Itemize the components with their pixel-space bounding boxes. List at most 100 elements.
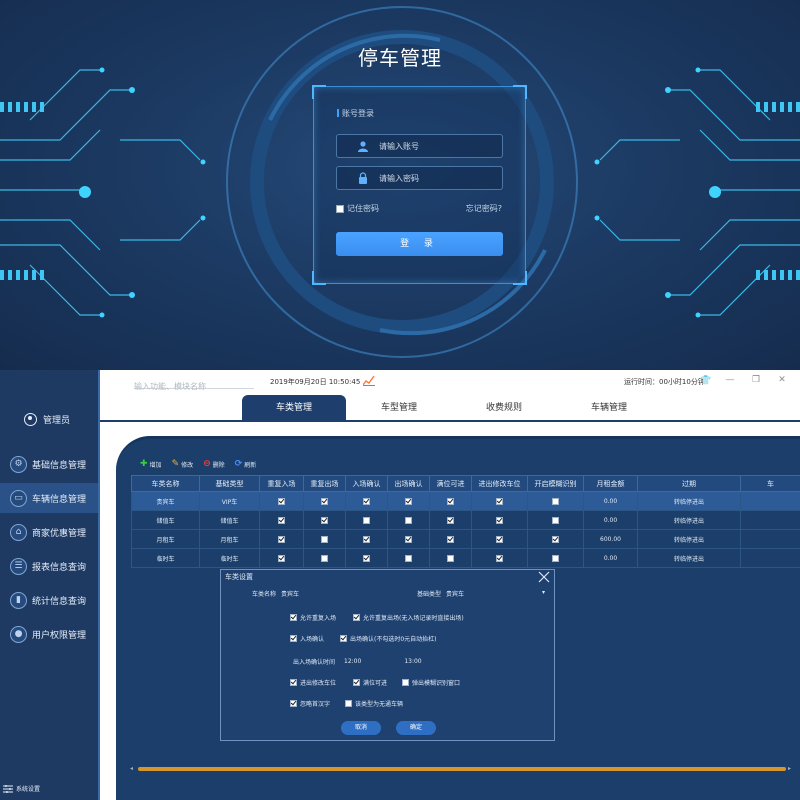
column-header[interactable]: 入场确认 [345, 475, 388, 492]
remember-checkbox[interactable] [336, 204, 344, 213]
column-header[interactable]: 开启模糊识别 [527, 475, 584, 492]
delete-button[interactable]: ⊖ 删除 [203, 459, 225, 469]
opt-out-confirm[interactable]: 出场确认(不勾选时0元自动抬杠) [340, 634, 437, 643]
close-button[interactable]: ✕ [776, 374, 788, 386]
checkbox[interactable] [345, 700, 352, 707]
column-header[interactable]: 出场确认 [387, 475, 430, 492]
username-field[interactable] [336, 134, 503, 158]
checkbox[interactable] [363, 554, 370, 562]
checkbox[interactable] [278, 497, 285, 505]
checkbox[interactable] [290, 679, 297, 686]
column-header[interactable]: 重复出场 [303, 475, 346, 492]
password-field[interactable] [336, 166, 503, 190]
tab-vehicle-class[interactable]: 车类管理 [242, 395, 346, 422]
checkbox[interactable] [290, 614, 297, 621]
checkbox[interactable] [290, 700, 297, 707]
time-start-input[interactable]: 12:00 [344, 658, 361, 665]
tab-fee-rules[interactable]: 收费规则 [452, 395, 556, 422]
refresh-button[interactable]: ⟳ 刷新 [235, 459, 257, 469]
checkbox[interactable] [278, 516, 285, 524]
checkbox[interactable] [447, 554, 454, 562]
sidebar-item-merchant-discount[interactable]: ⌂ 商家优惠管理 [0, 517, 98, 547]
checkbox[interactable] [290, 635, 297, 642]
checkbox[interactable] [321, 497, 328, 505]
column-header[interactable]: 车类名称 [131, 475, 200, 492]
sidebar-item-basic-info[interactable]: ⚙ 基础信息管理 [0, 449, 98, 479]
search-box[interactable] [134, 374, 254, 391]
dialog-close-icon[interactable] [538, 571, 550, 583]
checkbox[interactable] [363, 535, 370, 543]
column-header[interactable]: 基础类型 [199, 475, 260, 492]
column-header[interactable]: 车 [740, 475, 800, 492]
scroll-right-arrow[interactable]: ▸ [788, 765, 791, 772]
sidebar-item-stats-query[interactable]: ▮ 统计信息查询 [0, 585, 98, 615]
checkbox[interactable] [496, 497, 503, 505]
checkbox[interactable] [447, 516, 454, 524]
checkbox[interactable] [353, 614, 360, 621]
opt-fuzzy[interactable]: 弹出模糊识别窗口 [402, 678, 460, 687]
system-settings-button[interactable]: 系统设置 [3, 784, 40, 793]
opt-in-confirm[interactable]: 入场确认 [290, 634, 324, 643]
checkbox[interactable] [340, 635, 347, 642]
checkbox[interactable] [496, 516, 503, 524]
table-row[interactable]: 临时车 临时车 0.00 转临停进出 [131, 548, 800, 568]
checkbox[interactable] [496, 554, 503, 562]
table-row[interactable]: 月租车 月租车 600.00 转临停进出 [131, 529, 800, 549]
column-header[interactable]: 过期 [637, 475, 741, 492]
forgot-password-link[interactable]: 忘记密码? [466, 203, 502, 214]
opt-modify-slot[interactable]: 进出修改车位 [290, 678, 336, 687]
checkbox[interactable] [447, 535, 454, 543]
checkbox[interactable] [405, 554, 412, 562]
password-input[interactable] [379, 170, 494, 186]
cancel-button[interactable]: 取消 [341, 721, 381, 735]
add-button[interactable]: ✚ 增加 [140, 459, 162, 469]
checkbox[interactable] [321, 535, 328, 543]
remember-password[interactable]: 记住密码 [336, 203, 379, 214]
sidebar-item-report-query[interactable]: ☰ 报表信息查询 [0, 551, 98, 581]
checkbox[interactable] [321, 554, 328, 562]
column-header[interactable]: 满位可进 [429, 475, 472, 492]
opt-no-vehicle[interactable]: 该类型为无通车辆 [345, 699, 403, 708]
login-button[interactable]: 登 录 [336, 232, 503, 256]
table-row[interactable]: 贵宾车 VIP车 0.00 转临停进出 [131, 491, 800, 511]
ok-button[interactable]: 确定 [396, 721, 436, 735]
opt-full-enter[interactable]: 满位可进 [353, 678, 387, 687]
checkbox[interactable] [321, 516, 328, 524]
maximize-button[interactable]: ❐ [750, 374, 762, 386]
opt-ignore-cn[interactable]: 忽略首汉字 [290, 699, 330, 708]
checkbox[interactable] [278, 535, 285, 543]
checkbox[interactable] [278, 554, 285, 562]
search-input[interactable] [134, 382, 254, 391]
chart-icon[interactable] [363, 375, 375, 386]
checkbox[interactable] [363, 516, 370, 524]
checkbox[interactable] [496, 535, 503, 543]
sidebar-item-vehicle-info[interactable]: ▭ 车辆信息管理 [0, 483, 98, 513]
checkbox[interactable] [405, 516, 412, 524]
tab-vehicle-model[interactable]: 车型管理 [347, 395, 451, 422]
scroll-left-arrow[interactable]: ◂ [130, 765, 133, 772]
checkbox[interactable] [552, 535, 559, 543]
base-type-value[interactable]: 贵宾车 [446, 589, 464, 598]
minimize-button[interactable]: — [724, 374, 736, 386]
edit-button[interactable]: ✎ 修改 [172, 459, 194, 469]
skin-icon[interactable]: 👕 [700, 376, 711, 386]
class-name-value[interactable]: 贵宾车 [281, 589, 299, 598]
checkbox[interactable] [363, 497, 370, 505]
sidebar-item-user-permissions[interactable]: ● 用户权限管理 [0, 619, 98, 649]
checkbox[interactable] [405, 497, 412, 505]
opt-repeat-out[interactable]: 允许重复出场(无入场记录时直接出场) [353, 613, 464, 622]
checkbox[interactable] [402, 679, 409, 686]
checkbox[interactable] [405, 535, 412, 543]
column-header[interactable]: 进出修改车位 [471, 475, 528, 492]
opt-repeat-in[interactable]: 允许重复入场 [290, 613, 336, 622]
checkbox[interactable] [353, 679, 360, 686]
horizontal-scrollbar[interactable] [138, 767, 786, 771]
base-type-dropdown-icon[interactable]: ▾ [542, 589, 545, 596]
username-input[interactable] [379, 138, 494, 154]
column-header[interactable]: 月租金额 [583, 475, 638, 492]
checkbox[interactable] [552, 516, 559, 524]
tab-vehicle-management[interactable]: 车辆管理 [557, 395, 661, 422]
time-end-input[interactable]: 13:00 [404, 658, 421, 665]
table-row[interactable]: 储值车 储值车 0.00 转临停进出 [131, 510, 800, 530]
column-header[interactable]: 重复入场 [259, 475, 304, 492]
